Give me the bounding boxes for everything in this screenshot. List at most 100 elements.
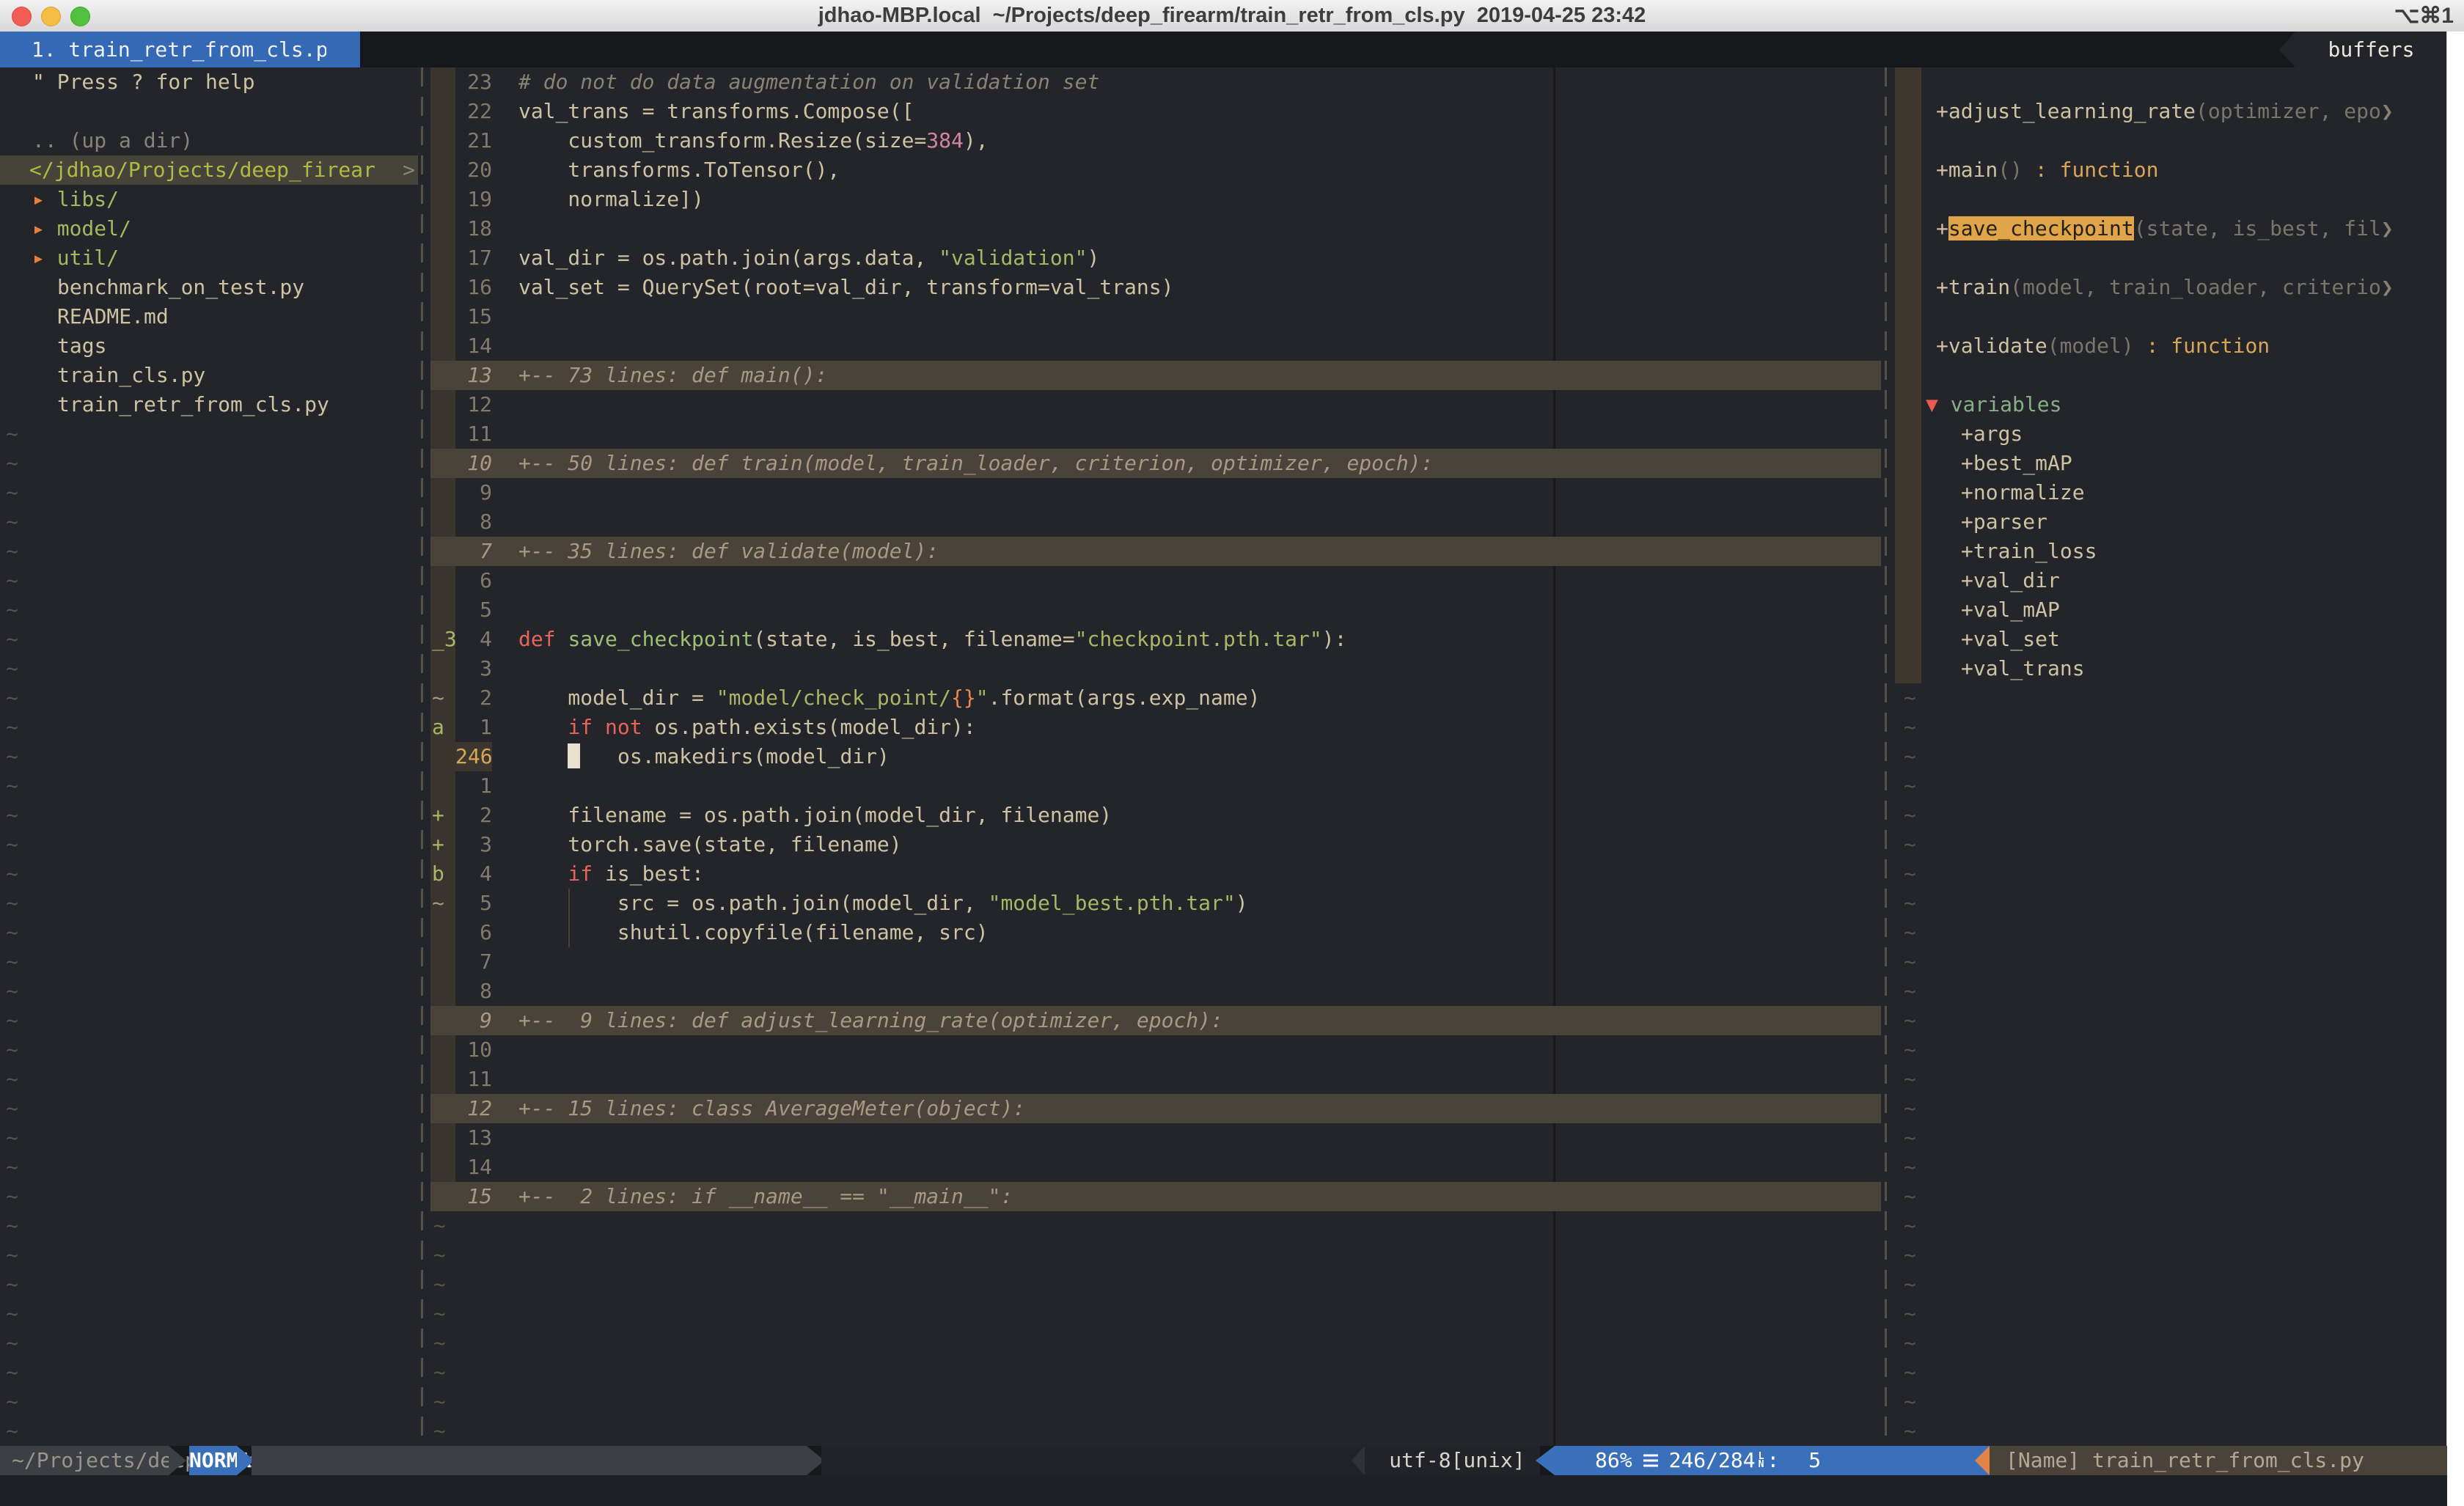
code-text[interactable]: shutil.copyfile(filename, src) <box>518 918 989 947</box>
nerdtree-root-path[interactable]: </jdhao/Projects/deep_firear> <box>0 155 418 185</box>
code-text[interactable]: val_dir = os.path.join(args.data, "valid… <box>518 243 1099 273</box>
tagbar-variable-val_set[interactable]: +val_set <box>1893 625 2447 654</box>
code-text[interactable]: +-- 15 lines: class AverageMeter(object)… <box>518 1094 1025 1123</box>
nerdtree-file-train_cls-py[interactable]: train_cls.py <box>0 361 418 390</box>
code-line[interactable]: + 2 filename = os.path.join(model_dir, f… <box>430 801 1881 830</box>
code-line[interactable]: 14 <box>430 331 1881 361</box>
code-line[interactable]: 21 custom_transform.Resize(size=384), <box>430 126 1881 155</box>
code-line[interactable]: 246 os.makedirs(model_dir) <box>430 742 1881 771</box>
tagbar-tag-save_checkpoint[interactable]: +save_checkpoint(state, is_best, fil❯ <box>1893 214 2447 243</box>
code-line[interactable]: 11 <box>430 1065 1881 1094</box>
code-fold-line[interactable]: 10+-- 50 lines: def train(model, train_l… <box>430 449 1881 478</box>
empty-line-tilde: ~ <box>1893 1358 2447 1387</box>
tab-train-retr-from-cls[interactable]: 1. train_retr_from_cls.py <box>0 32 360 67</box>
code-line[interactable]: 20 transforms.ToTensor(), <box>430 155 1881 185</box>
code-text[interactable]: os.makedirs(model_dir) <box>518 742 890 771</box>
code-line[interactable]: 22val_trans = transforms.Compose([ <box>430 97 1881 126</box>
code-line[interactable]: 13 <box>430 1123 1881 1153</box>
code-line[interactable]: 14 <box>430 1153 1881 1182</box>
window-separator-left[interactable] <box>421 67 423 1446</box>
code-text[interactable]: +-- 9 lines: def adjust_learning_rate(op… <box>518 1006 1223 1035</box>
code-text[interactable]: +-- 35 lines: def validate(model): <box>518 537 939 566</box>
code-line[interactable]: 15 <box>430 302 1881 331</box>
nerdtree-dir-util[interactable]: ▸ util/ <box>0 243 418 273</box>
terminal-scrollbar[interactable] <box>2446 32 2464 1506</box>
nerdtree-file-README-md[interactable]: README.md <box>0 302 418 331</box>
code-line[interactable]: _3 4def save_checkpoint(state, is_best, … <box>430 625 1881 654</box>
nerdtree-file-train_retr_from_cls-py[interactable]: train_retr_from_cls.py <box>0 390 418 419</box>
code-text[interactable]: normalize]) <box>518 185 704 214</box>
code-editor-pane[interactable]: 23# do not do data augmentation on valid… <box>430 67 1881 1446</box>
code-text[interactable]: def save_checkpoint(state, is_best, file… <box>518 625 1346 654</box>
tagbar-variable-val_trans[interactable]: +val_trans <box>1893 654 2447 683</box>
tagbar-pane[interactable]: +adjust_learning_rate(optimizer, epo❯ +ma… <box>1893 67 2447 1446</box>
code-line[interactable]: 11 <box>430 419 1881 449</box>
tagbar-variable-val_mAP[interactable]: +val_mAP <box>1893 595 2447 625</box>
vim-command-line[interactable] <box>0 1475 2447 1506</box>
code-line[interactable]: ~ 5 src = os.path.join(model_dir, "model… <box>430 889 1881 918</box>
code-text[interactable]: +-- 50 lines: def train(model, train_loa… <box>518 449 1433 478</box>
code-text[interactable]: torch.save(state, filename) <box>518 830 902 859</box>
code-fold-line[interactable]: 7+-- 35 lines: def validate(model): <box>430 537 1881 566</box>
code-line[interactable]: a 1 if not os.path.exists(model_dir): <box>430 713 1881 742</box>
code-line[interactable]: b 4 if is_best: <box>430 859 1881 889</box>
code-line[interactable]: 6 <box>430 566 1881 595</box>
code-text[interactable]: custom_transform.Resize(size=384), <box>518 126 989 155</box>
code-line[interactable]: 12 <box>430 390 1881 419</box>
code-text[interactable]: transforms.ToTensor(), <box>518 155 840 185</box>
code-text[interactable]: if not os.path.exists(model_dir): <box>518 713 976 742</box>
code-line[interactable]: 9 <box>430 478 1881 507</box>
code-line[interactable]: 8 <box>430 507 1881 537</box>
code-rows[interactable]: 23# do not do data augmentation on valid… <box>430 67 1881 1446</box>
code-text[interactable]: +-- 2 lines: if __name__ == "__main__": <box>518 1182 1013 1211</box>
tagbar-variable-train_loss[interactable]: +train_loss <box>1893 537 2447 566</box>
code-line[interactable]: 6 shutil.copyfile(filename, src) <box>430 918 1881 947</box>
code-fold-line[interactable]: 15+-- 2 lines: if __name__ == "__main__"… <box>430 1182 1881 1211</box>
code-line[interactable]: 16val_set = QuerySet(root=val_dir, trans… <box>430 273 1881 302</box>
code-fold-line[interactable]: 12+-- 15 lines: class AverageMeter(objec… <box>430 1094 1881 1123</box>
nerdtree-up-dir[interactable]: .. (up a dir) <box>0 126 418 155</box>
tagbar-variable-best_mAP[interactable]: +best_mAP <box>1893 449 2447 478</box>
code-text[interactable]: model_dir = "model/check_point/{}".forma… <box>518 683 1260 713</box>
code-text[interactable]: if is_best: <box>518 859 704 889</box>
tagbar-tag-main[interactable]: +main() : function <box>1893 155 2447 185</box>
code-line[interactable]: 18 <box>430 214 1881 243</box>
empty-line-tilde: ~ <box>1893 947 2447 977</box>
code-fold-line[interactable]: 9+-- 9 lines: def adjust_learning_rate(o… <box>430 1006 1881 1035</box>
code-line[interactable]: 7 <box>430 947 1881 977</box>
ln-icon: LN <box>1759 1452 1764 1469</box>
code-line[interactable]: 23# do not do data augmentation on valid… <box>430 67 1881 97</box>
code-line[interactable]: 8 <box>430 977 1881 1006</box>
code-text[interactable]: # do not do data augmentation on validat… <box>518 67 1099 97</box>
window-separator-right[interactable] <box>1885 67 1887 1446</box>
tagbar-rows[interactable]: +adjust_learning_rate(optimizer, epo❯ +ma… <box>1893 67 2447 1446</box>
fold-open-icon[interactable]: ▼ <box>1926 392 1951 416</box>
code-text[interactable]: src = os.path.join(model_dir, "model_bes… <box>518 889 1248 918</box>
tagbar-tag-adjust_learning_rate[interactable]: +adjust_learning_rate(optimizer, epo❯ <box>1893 97 2447 126</box>
code-fold-line[interactable]: 13+-- 73 lines: def main(): <box>430 361 1881 390</box>
tagbar-variable-normalize[interactable]: +normalize <box>1893 478 2447 507</box>
tagbar-tag-train[interactable]: +train(model, train_loader, criterio❯ <box>1893 273 2447 302</box>
code-text[interactable]: val_set = QuerySet(root=val_dir, transfo… <box>518 273 1173 302</box>
tagbar-kind-variables[interactable]: ▼ variables <box>1893 390 2447 419</box>
tagbar-variable-args[interactable]: +args <box>1893 419 2447 449</box>
code-line[interactable]: 19 normalize]) <box>430 185 1881 214</box>
code-line[interactable]: 1 <box>430 771 1881 801</box>
nerdtree-dir-libs[interactable]: ▸ libs/ <box>0 185 418 214</box>
code-line[interactable]: ~ 2 model_dir = "model/check_point/{}".f… <box>430 683 1881 713</box>
tagbar-variable-val_dir[interactable]: +val_dir <box>1893 566 2447 595</box>
nerdtree-dir-model[interactable]: ▸ model/ <box>0 214 418 243</box>
tagbar-variable-parser[interactable]: +parser <box>1893 507 2447 537</box>
nerdtree-file-tags[interactable]: tags <box>0 331 418 361</box>
code-line[interactable]: 3 <box>430 654 1881 683</box>
tagbar-tag-validate[interactable]: +validate(model) : function <box>1893 331 2447 361</box>
code-line[interactable]: 17val_dir = os.path.join(args.data, "val… <box>430 243 1881 273</box>
code-line[interactable]: 5 <box>430 595 1881 625</box>
code-line[interactable]: 10 <box>430 1035 1881 1065</box>
code-text[interactable]: filename = os.path.join(model_dir, filen… <box>518 801 1112 830</box>
nerdtree-pane[interactable]: " Press ? for help.. (up a dir)</jdhao/P… <box>0 67 418 1446</box>
code-text[interactable]: val_trans = transforms.Compose([ <box>518 97 914 126</box>
code-text[interactable]: +-- 73 lines: def main(): <box>518 361 827 390</box>
nerdtree-file-benchmark_on_test-py[interactable]: benchmark_on_test.py <box>0 273 418 302</box>
code-line[interactable]: + 3 torch.save(state, filename) <box>430 830 1881 859</box>
